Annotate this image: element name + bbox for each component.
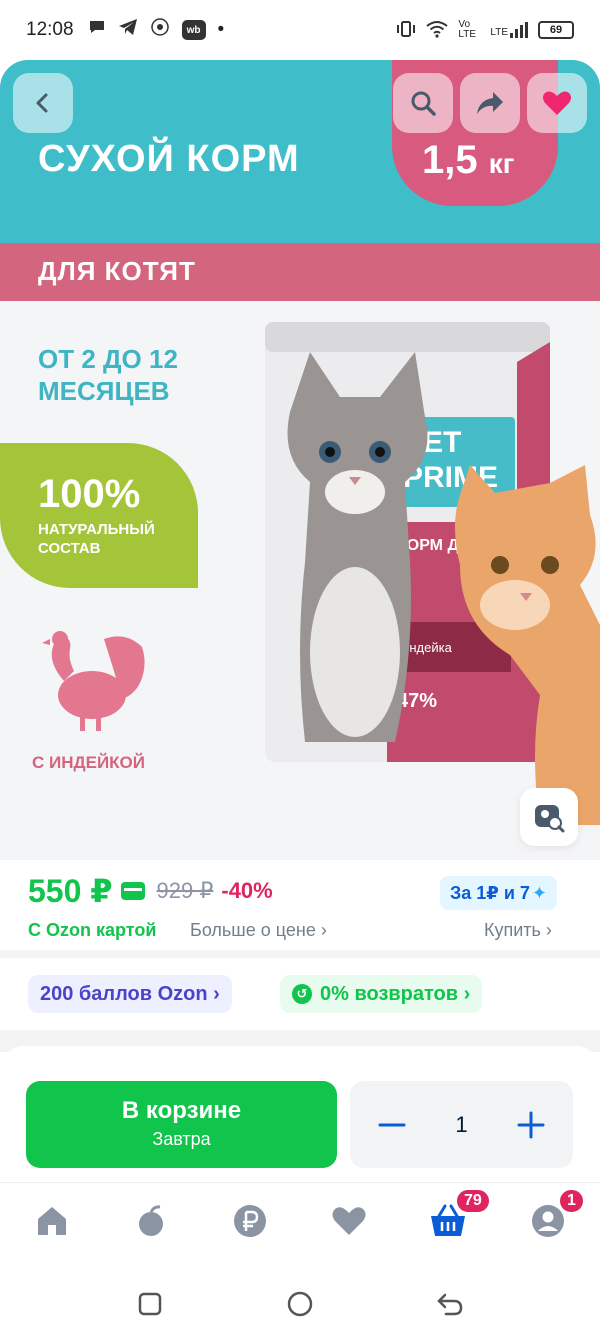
return-arrow-icon: ↺ — [292, 984, 312, 1004]
heart-icon — [332, 1207, 366, 1235]
battery-icon: 69 — [538, 21, 574, 39]
back-system-button[interactable] — [436, 1290, 464, 1318]
ruble-icon — [234, 1205, 266, 1237]
plus-icon — [517, 1111, 545, 1138]
visual-search-icon — [535, 805, 565, 833]
ozon-card-icon — [120, 882, 145, 900]
system-navigation-bar — [0, 1264, 600, 1342]
ozon-points-chip[interactable]: 200 баллов Ozon › — [28, 975, 232, 1013]
current-price: 550 ₽ — [28, 873, 113, 909]
quantity-value: 1 — [455, 1111, 468, 1137]
vibrate-icon — [396, 20, 416, 41]
search-button[interactable] — [393, 73, 453, 133]
cart-action-bar: В корзине Завтра 1 — [0, 1068, 600, 1182]
sparkle-icon: ✦ — [531, 882, 547, 903]
profile-notification-badge: 1 — [558, 1188, 585, 1214]
home-icon — [38, 1207, 66, 1235]
square-icon — [138, 1292, 162, 1316]
turkey-label: С ИНДЕЙКОЙ — [32, 753, 145, 772]
home-system-button[interactable] — [286, 1290, 314, 1318]
more-dot-icon: • — [217, 19, 225, 40]
installment-text: За 1₽ и 7 — [450, 882, 530, 903]
chevron-left-icon — [36, 93, 48, 113]
lte-signal: LTE — [490, 22, 528, 38]
search-icon — [411, 91, 436, 116]
yandex-market-icon — [150, 17, 170, 43]
image-search-button[interactable] — [520, 788, 578, 846]
share-arrow-icon — [477, 92, 503, 114]
turkey-icon — [42, 631, 145, 731]
returns-chip[interactable]: ↺ 0% возвратов › — [280, 975, 483, 1013]
lte-label: LTE — [490, 27, 508, 38]
wifi-icon — [426, 20, 449, 41]
nav-fresh[interactable] — [131, 1201, 171, 1241]
notification-icons: wb • — [88, 17, 225, 43]
ozon-card-label: С Ozon картой — [28, 920, 157, 940]
banner-title: СУХОЙ КОРМ — [38, 138, 300, 180]
quantity-stepper: 1 — [350, 1081, 573, 1168]
installment-chip[interactable]: За 1₽ и 7 ✦ — [440, 876, 557, 910]
in-cart-button[interactable]: В корзине Завтра — [26, 1081, 337, 1168]
in-cart-title: В корзине — [121, 1097, 242, 1124]
weight-label: 1,5 кг — [422, 138, 514, 183]
ginger-kitten — [455, 465, 600, 825]
increase-button[interactable] — [511, 1105, 551, 1145]
volte-label: Vo LTE — [458, 19, 476, 40]
back-button[interactable] — [13, 73, 73, 133]
kitten-band: ДЛЯ КОТЯТ — [0, 243, 600, 301]
age-line-1: ОТ 2 ДО 12 — [38, 344, 178, 374]
natural-line-2: СОСТАВ — [38, 540, 101, 557]
product-image-gallery[interactable]: СУХОЙ КОРМ 1,5 кг ДЛЯ КОТЯТ ОТ 2 ДО 12 М… — [0, 60, 600, 860]
status-bar: 12:08 wb • Vo LTE LTE 69 — [0, 0, 600, 60]
wildberries-icon: wb — [181, 20, 206, 40]
nav-finance[interactable] — [230, 1201, 270, 1241]
nav-home[interactable] — [32, 1201, 72, 1241]
bottom-navigation: 79 1 — [0, 1182, 600, 1264]
natural-percent: 100% — [38, 472, 141, 516]
share-button[interactable] — [460, 73, 520, 133]
circle-icon — [287, 1291, 313, 1317]
telegram-icon — [118, 18, 138, 42]
status-time: 12:08 — [26, 19, 74, 40]
buy-link[interactable]: Купить › — [484, 920, 552, 941]
more-about-price-link[interactable]: Больше о цене › — [190, 920, 327, 941]
recents-button[interactable] — [136, 1290, 164, 1318]
delivery-date: Завтра — [152, 1129, 211, 1149]
weight-number: 1,5 — [422, 138, 478, 182]
section-divider — [0, 950, 600, 958]
system-icons: Vo LTE LTE 69 — [396, 20, 574, 41]
natural-line-1: НАТУРАЛЬНЫЙ — [38, 521, 155, 538]
old-price: 929 ₽ — [156, 878, 214, 903]
cart-count-badge: 79 — [455, 1188, 491, 1214]
age-range: ОТ 2 ДО 12 МЕСЯЦЕВ — [38, 343, 178, 407]
back-arrow-icon — [437, 1293, 463, 1316]
favorite-button[interactable] — [527, 73, 587, 133]
natural-caption: НАТУРАЛЬНЫЙ СОСТАВ — [38, 520, 155, 558]
age-line-2: МЕСЯЦЕВ — [38, 376, 170, 406]
decrease-button[interactable] — [372, 1105, 412, 1145]
chat-bubble-icon — [88, 18, 106, 42]
weight-unit: кг — [488, 148, 515, 179]
price-row: 550 ₽ 929 ₽ -40% — [28, 872, 273, 910]
kitten-band-text: ДЛЯ КОТЯТ — [38, 256, 196, 286]
nav-favorites[interactable] — [329, 1201, 369, 1241]
apple-icon — [139, 1205, 163, 1236]
heart-icon — [543, 91, 571, 115]
returns-text: 0% возвратов › — [320, 982, 471, 1005]
minus-icon — [378, 1123, 406, 1126]
discount-badge: -40% — [221, 878, 273, 903]
